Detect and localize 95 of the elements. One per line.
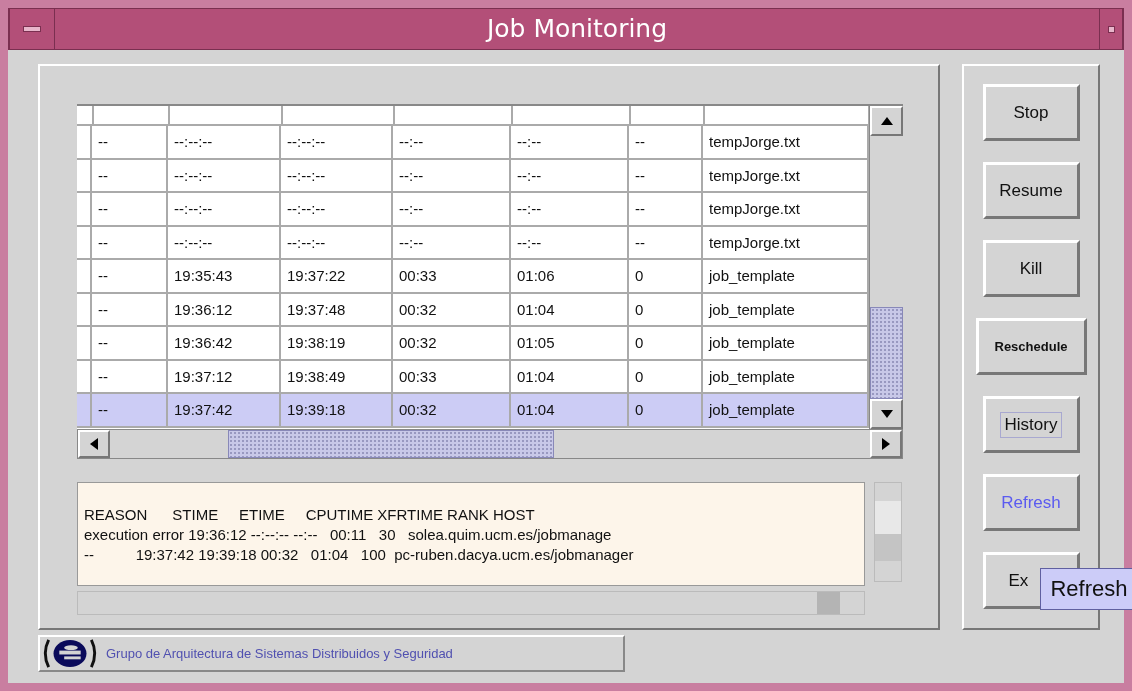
table-row[interactable]: -- 19:37:42 19:39:18 00:32 01:04 0 job_template [77, 394, 869, 428]
table-cell: --:--:-- [174, 200, 213, 218]
table-cell: tempJorge.txt [709, 233, 800, 251]
table-cell: --:-- [517, 166, 542, 184]
table-row[interactable]: -- --:--:-- --:--:-- --:-- --:-- -- tempJorge.txt [77, 159, 869, 193]
table-cell: job_template [709, 267, 795, 285]
table-cell: 0 [635, 300, 644, 318]
table-cell: 01:05 [517, 334, 555, 352]
horizontal-scrollbar[interactable] [77, 591, 866, 615]
maximize-button[interactable] [1099, 9, 1123, 49]
table-row[interactable]: -- --:--:-- --:--:-- --:-- --:-- -- tempJorge.txt [77, 126, 869, 160]
table-cell: 0 [635, 267, 644, 285]
table-cell: --:--:-- [287, 133, 326, 151]
table-cell: 0 [635, 334, 644, 352]
scroll-down-button[interactable] [870, 399, 903, 429]
table-cell: 19:35:43 [174, 267, 233, 285]
table-cell: -- [98, 133, 108, 151]
table-cell: tempJorge.txt [709, 133, 800, 151]
table-cell: --:--:-- [174, 133, 213, 151]
table-cell: -- [98, 200, 108, 218]
table-cell: job_template [709, 401, 795, 419]
table-cell: 19:38:19 [287, 334, 346, 352]
action-button[interactable]: Stop [982, 84, 1080, 141]
horizontal-scrollbar[interactable] [77, 429, 903, 459]
action-button[interactable]: History [982, 396, 1080, 453]
table-cell: tempJorge.txt [709, 166, 800, 184]
scroll-right-button[interactable] [870, 430, 902, 458]
table-cell: -- [98, 267, 108, 285]
table-cell: --:--:-- [287, 166, 326, 184]
table-cell: --:-- [399, 133, 424, 151]
table-cell: -- [98, 401, 108, 419]
table-cell: --:--:-- [287, 200, 326, 218]
table-cell: 19:36:12 [174, 300, 233, 318]
tooltip: Refresh [1040, 568, 1132, 610]
table-row[interactable]: -- 19:36:42 19:38:19 00:32 01:05 0 job_template [77, 327, 869, 361]
table-cell: --:-- [399, 233, 424, 251]
table-cell: -- [635, 166, 645, 184]
table-cell: 0 [635, 367, 644, 385]
log-line: -- 19:37:42 19:39:18 00:32 01:04 100 pc-ruben.dacya.ucm.es/jobmanager [84, 545, 635, 565]
table-cell: -- [635, 133, 645, 151]
scroll-left-button[interactable] [78, 430, 110, 458]
table-cell: tempJorge.txt [709, 200, 800, 218]
table-cell: -- [98, 233, 108, 251]
vertical-scrollbar[interactable] [874, 482, 902, 582]
table-cell: 00:33 [399, 267, 437, 285]
table-cell: job_template [709, 367, 795, 385]
action-button[interactable]: Kill [982, 240, 1080, 297]
scroll-thumb[interactable] [870, 307, 903, 399]
log-line: execution error 19:36:12 --:--:-- --:-- 00:11 30 solea.quim.ucm.es/jobmanage [84, 525, 613, 545]
table-cell: --:--:-- [174, 233, 213, 251]
status-text: Grupo de Arquitectura de Sistemas Distribuidos y Seguridad [106, 646, 453, 661]
table-cell: --:-- [517, 200, 542, 218]
table-cell: 01:04 [517, 367, 555, 385]
table-cell: 00:32 [399, 401, 437, 419]
action-button[interactable]: Reschedule [975, 318, 1087, 375]
table-row[interactable]: -- --:--:-- --:--:-- --:-- --:-- -- tempJorge.txt [77, 193, 869, 227]
table-cell: --:-- [517, 233, 542, 251]
table-cell: --:-- [399, 200, 424, 218]
table-cell: -- [98, 367, 108, 385]
table-cell: 19:37:48 [287, 300, 346, 318]
table-cell: job_template [709, 300, 795, 318]
table-cell: -- [98, 166, 108, 184]
table-cell: 0 [635, 401, 644, 419]
table-cell: 19:38:49 [287, 367, 346, 385]
table-row[interactable]: -- 19:36:12 19:37:48 00:32 01:04 0 job_template [77, 293, 869, 327]
table-cell: --:-- [399, 166, 424, 184]
log-line: REASON STIME ETIME CPUTIME XFRTIME RANK HOST [84, 505, 536, 525]
table-cell: 19:36:42 [174, 334, 233, 352]
table-row[interactable]: -- --:--:-- --:--:-- --:-- --:-- -- tempJorge.txt [77, 226, 869, 260]
table-cell: 19:37:12 [174, 367, 233, 385]
table-cell: -- [98, 300, 108, 318]
vertical-scrollbar[interactable] [869, 106, 903, 429]
table-cell: --:-- [517, 133, 542, 151]
table-cell: -- [98, 334, 108, 352]
table-cell: 19:37:42 [174, 401, 233, 419]
table-cell: -- [635, 233, 645, 251]
table-cell: job_template [709, 334, 795, 352]
table-cell: 19:39:18 [287, 401, 346, 419]
table-row[interactable]: -- 19:35:43 19:37:22 00:33 01:06 0 job_template [77, 260, 869, 294]
scroll-thumb[interactable] [228, 430, 554, 458]
table-cell: 00:32 [399, 334, 437, 352]
table-cell: --:--:-- [287, 233, 326, 251]
window-menu-button[interactable] [9, 9, 55, 49]
table-cell: 19:37:22 [287, 267, 346, 285]
table-cell: 01:04 [517, 300, 555, 318]
window-title: Job Monitoring [484, 13, 669, 45]
table-cell: -- [635, 200, 645, 218]
action-button[interactable]: Resume [982, 162, 1080, 219]
table-cell: 00:32 [399, 300, 437, 318]
table-cell: 00:33 [399, 367, 437, 385]
table-cell: 01:06 [517, 267, 555, 285]
table-cell: 01:04 [517, 401, 555, 419]
log-text-area[interactable]: REASON STIME ETIME CPUTIME XFRTIME RANK HOST execution error 19:36:12 --:--:-- --:-- 00:11 30 solea.quim.ucm.es/jobmanage -- 19:37:42 19:39:18 00:32 01:04 100 pc-ruben.dacya.ucm.es/jobmanager [77, 482, 866, 586]
table-cell: --:--:-- [174, 166, 213, 184]
scroll-up-button[interactable] [870, 106, 903, 136]
